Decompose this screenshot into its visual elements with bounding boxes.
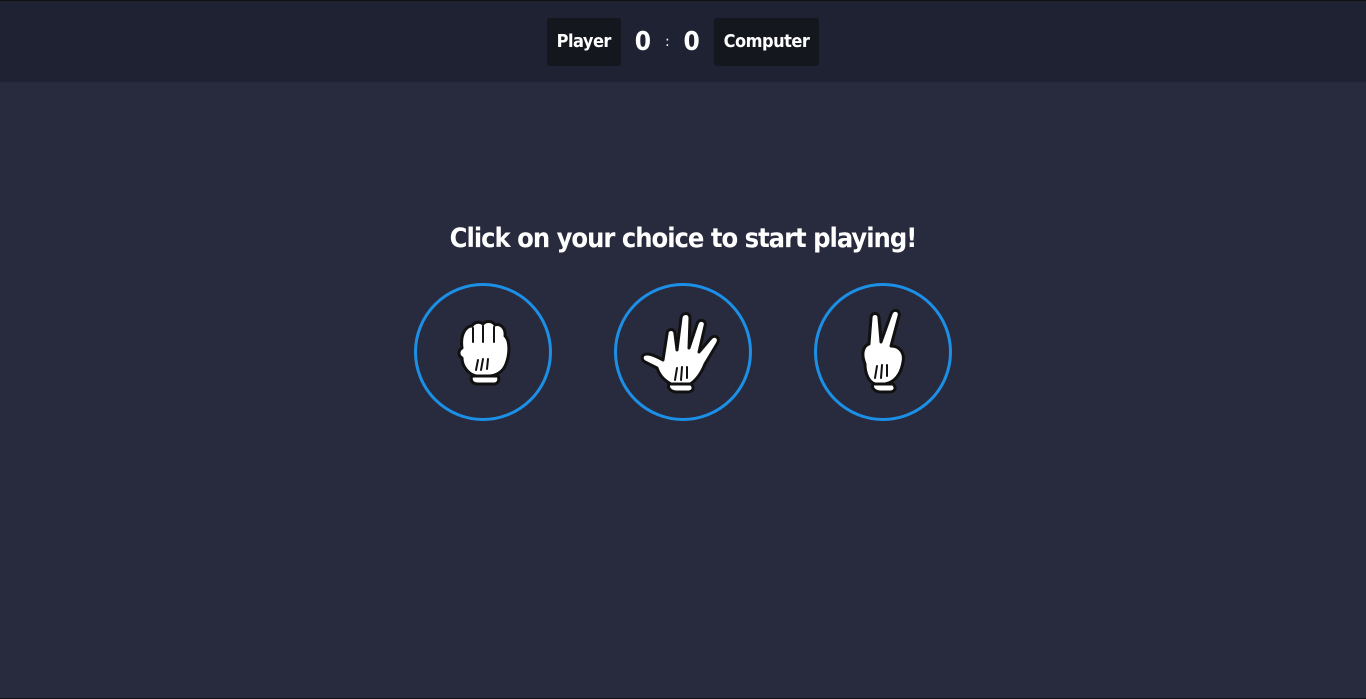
choice-buttons bbox=[0, 283, 1366, 421]
rock-hand-icon bbox=[457, 320, 511, 386]
score-separator: : bbox=[664, 33, 670, 50]
scoreboard: Player 0 : 0 Computer bbox=[0, 1, 1366, 82]
paper-hand-icon bbox=[640, 312, 720, 394]
scissors-hand-icon bbox=[861, 308, 905, 394]
computer-score: 0 bbox=[683, 26, 700, 57]
player-score: 0 bbox=[634, 26, 652, 57]
score-display: 0 : 0 bbox=[631, 27, 704, 57]
rock-button[interactable] bbox=[414, 283, 552, 421]
start-prompt: Click on your choice to start playing! bbox=[449, 223, 918, 254]
paper-button[interactable] bbox=[614, 283, 752, 421]
computer-label: Computer bbox=[713, 17, 820, 66]
scissors-button[interactable] bbox=[814, 283, 952, 421]
game-frame: Player 0 : 0 Computer Click on your choi… bbox=[0, 0, 1366, 699]
player-label: Player bbox=[546, 17, 621, 66]
